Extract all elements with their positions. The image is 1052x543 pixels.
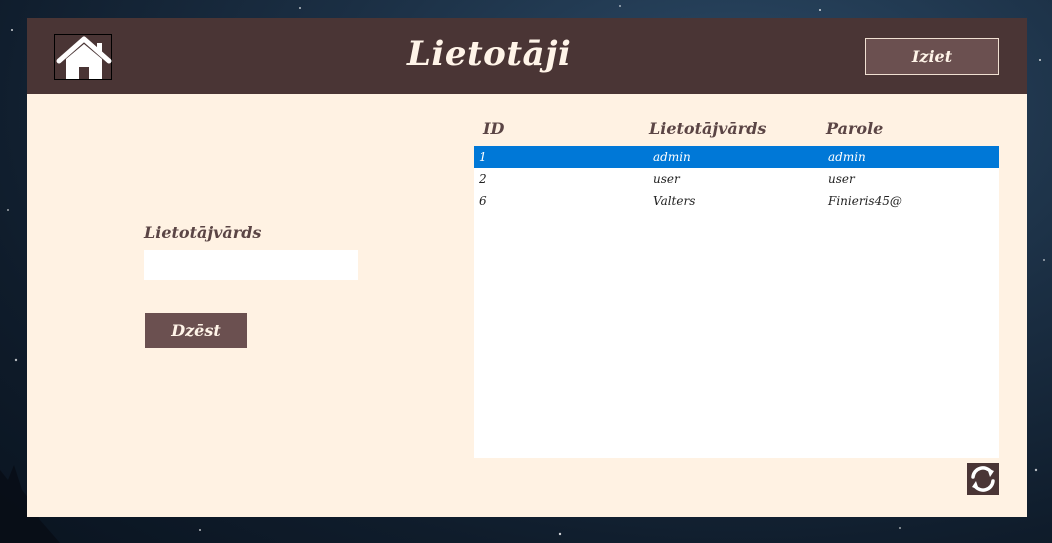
table-row[interactable]: 1 admin admin xyxy=(474,146,999,168)
header-bar: Lietotāji Iziet xyxy=(27,18,1027,94)
cell-username: admin xyxy=(653,150,691,164)
cell-username: Valters xyxy=(653,194,696,208)
cell-password: Finieris45@ xyxy=(828,194,902,208)
page-title: Lietotāji xyxy=(407,34,572,74)
table-row[interactable]: 6 Valters Finieris45@ xyxy=(474,190,999,212)
cell-username: user xyxy=(653,172,680,186)
column-header-username[interactable]: Lietotājvārds xyxy=(649,119,766,138)
table-row[interactable]: 2 user user xyxy=(474,168,999,190)
cell-id: 2 xyxy=(479,172,487,186)
users-table[interactable]: 1 admin admin 2 user user 6 Valters Fini… xyxy=(474,146,999,458)
cell-password: user xyxy=(828,172,855,186)
refresh-button[interactable] xyxy=(967,463,999,495)
cell-id: 1 xyxy=(479,150,487,164)
home-button[interactable] xyxy=(54,34,112,80)
logout-button[interactable]: Iziet xyxy=(865,38,999,75)
username-input[interactable] xyxy=(144,250,358,280)
users-window: Lietotāji Iziet Lietotājvārds Dzēst ID L… xyxy=(27,18,1027,517)
refresh-icon xyxy=(971,466,995,492)
column-header-password[interactable]: Parole xyxy=(826,119,883,138)
username-label: Lietotājvārds xyxy=(144,223,262,242)
delete-button[interactable]: Dzēst xyxy=(145,313,247,348)
column-header-id[interactable]: ID xyxy=(483,119,504,138)
home-icon xyxy=(56,36,112,79)
cell-id: 6 xyxy=(479,194,487,208)
cell-password: admin xyxy=(828,150,866,164)
